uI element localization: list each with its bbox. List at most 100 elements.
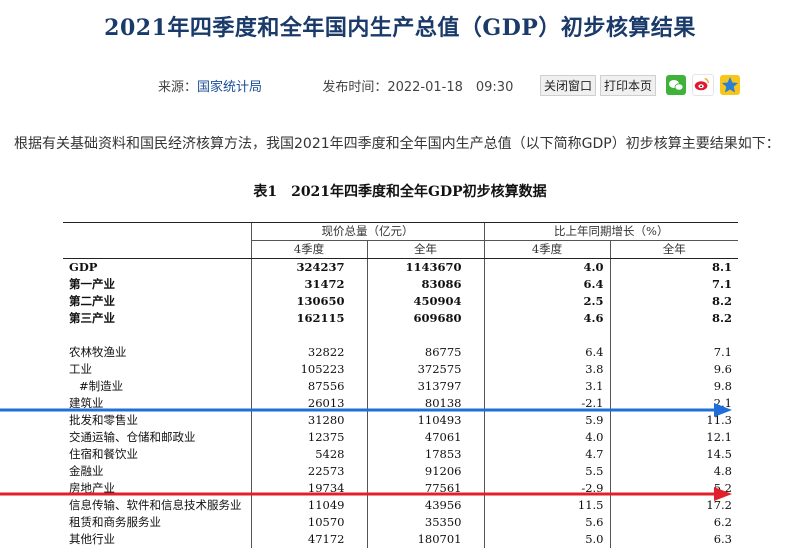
table-cell: 609680 bbox=[366, 310, 484, 327]
table-caption-text: 2021年四季度和全年GDP初步核算数据 bbox=[291, 184, 547, 200]
table-row: 批发和零售业 31280 110493 5.9 11.3 bbox=[63, 412, 738, 429]
table-cell: 47172 bbox=[250, 531, 367, 548]
table-cell: 5.9 bbox=[483, 412, 610, 429]
table-row: 农林牧渔业 32822 86775 6.4 7.1 bbox=[63, 344, 738, 361]
table-cell: 32822 bbox=[250, 344, 367, 361]
table-cell: 86775 bbox=[366, 344, 484, 361]
table-cell: 5.2 bbox=[609, 480, 738, 497]
table-cell: 110493 bbox=[366, 412, 484, 429]
row-label: 批发和零售业 bbox=[69, 413, 138, 427]
table-cell: 324237 bbox=[250, 258, 367, 276]
table-cell: 11049 bbox=[250, 497, 367, 514]
table-cell: -2.1 bbox=[483, 395, 610, 412]
table-cell: 12375 bbox=[250, 429, 367, 446]
table-row: 房地产业 19734 77561 -2.9 5.2 bbox=[63, 480, 738, 497]
source-label: 来源： bbox=[158, 80, 198, 95]
table-cell: 31280 bbox=[250, 412, 367, 429]
row-label: 住宿和餐饮业 bbox=[69, 447, 138, 461]
table-cell: 7.1 bbox=[609, 276, 738, 293]
subheader-q4-total: 4季度 bbox=[250, 240, 367, 259]
table-cell: 17853 bbox=[366, 446, 484, 463]
table-row: 第二产业 130650 450904 2.5 8.2 bbox=[63, 293, 738, 310]
toolbar: 关闭窗口 打印本页 bbox=[540, 74, 741, 96]
table-cell: 5.0 bbox=[483, 531, 610, 548]
table-row: 住宿和餐饮业 5428 17853 4.7 14.5 bbox=[63, 446, 738, 463]
table-cell: 77561 bbox=[366, 480, 484, 497]
publish-label: 发布时间： bbox=[322, 80, 388, 95]
table-row: 第三产业 162115 609680 4.6 8.2 bbox=[63, 310, 738, 327]
table-cell: 313797 bbox=[366, 378, 484, 395]
table-cell: 12.1 bbox=[609, 429, 738, 446]
table-cell: 22573 bbox=[250, 463, 367, 480]
table-cell: 1143670 bbox=[366, 258, 484, 276]
row-label: 金融业 bbox=[69, 464, 104, 478]
subheader-year-growth: 全年 bbox=[609, 240, 738, 259]
publish-time: 2022-01-18 09:30 bbox=[387, 80, 514, 95]
table-cell: 3.1 bbox=[483, 378, 610, 395]
table-row: 其他行业 47172 180701 5.0 6.3 bbox=[63, 531, 738, 548]
table-cell: 9.6 bbox=[609, 361, 738, 378]
table-row: 信息传输、软件和信息技术服务业 11049 43956 11.5 17.2 bbox=[63, 497, 738, 514]
row-label: 交通运输、仓储和邮政业 bbox=[69, 430, 196, 444]
table-cell: 372575 bbox=[366, 361, 484, 378]
table-cell: 10570 bbox=[250, 514, 367, 531]
table-cell: 105223 bbox=[250, 361, 367, 378]
table-row: 工业 105223 372575 3.8 9.6 bbox=[63, 361, 738, 378]
table-row: 租赁和商务服务业 10570 35350 5.6 6.2 bbox=[63, 514, 738, 531]
row-label: 建筑业 bbox=[69, 396, 104, 410]
source-value[interactable]: 国家统计局 bbox=[197, 80, 262, 95]
table-cell: 5428 bbox=[250, 446, 367, 463]
table-cell: 80138 bbox=[366, 395, 484, 412]
intro-paragraph: 根据有关基础资料和国民经济核算方法，我国2021年四季度和全年国内生产总值（以下… bbox=[14, 136, 780, 152]
table-cell: 26013 bbox=[250, 395, 367, 412]
row-label: GDP bbox=[69, 260, 98, 274]
table-cell: 11.3 bbox=[609, 412, 738, 429]
table-cell: 31472 bbox=[250, 276, 367, 293]
print-button[interactable]: 打印本页 bbox=[600, 74, 657, 96]
row-label: 第三产业 bbox=[69, 311, 115, 325]
table-row: 建筑业 26013 80138 -2.1 2.1 bbox=[63, 395, 738, 412]
table-cell: 91206 bbox=[366, 463, 484, 480]
weibo-icon[interactable] bbox=[692, 74, 715, 96]
header-growth: 比上年同期增长（%） bbox=[483, 222, 738, 241]
table-cell: 43956 bbox=[366, 497, 484, 514]
row-label: 其他行业 bbox=[69, 532, 115, 546]
table-cell: 180701 bbox=[366, 531, 484, 548]
row-label: 信息传输、软件和信息技术服务业 bbox=[69, 498, 242, 512]
table-cell: 4.8 bbox=[609, 463, 738, 480]
table-cell: 5.5 bbox=[483, 463, 610, 480]
table-cell: 8.2 bbox=[609, 293, 738, 310]
row-label: 房地产业 bbox=[69, 481, 115, 495]
table-cell: 3.8 bbox=[483, 361, 610, 378]
table-cell: 14.5 bbox=[609, 446, 738, 463]
table-cell: 5.6 bbox=[483, 514, 610, 531]
page-title: 2021年四季度和全年国内生产总值（GDP）初步核算结果 bbox=[104, 15, 696, 41]
table-caption-id: 表1 bbox=[253, 184, 278, 200]
table-caption: 表1 2021年四季度和全年GDP初步核算数据 bbox=[0, 181, 800, 201]
table-cell: 17.2 bbox=[609, 497, 738, 514]
header-current-price: 现价总量（亿元） bbox=[250, 222, 484, 241]
gdp-table: 现价总量（亿元） 比上年同期增长（%） 4季度 全年 4季度 全年 GDP 324… bbox=[63, 222, 738, 548]
table-cell: 83086 bbox=[366, 276, 484, 293]
table-cell: 2.5 bbox=[483, 293, 610, 310]
table-cell: -2.9 bbox=[483, 480, 610, 497]
table-cell: 450904 bbox=[366, 293, 484, 310]
table-row: GDP 324237 1143670 4.0 8.1 bbox=[63, 258, 738, 276]
table-cell: 130650 bbox=[250, 293, 367, 310]
table-cell: 162115 bbox=[250, 310, 367, 327]
close-window-button[interactable]: 关闭窗口 bbox=[540, 74, 597, 96]
row-label: 租赁和商务服务业 bbox=[69, 515, 161, 529]
table-row: 金融业 22573 91206 5.5 4.8 bbox=[63, 463, 738, 480]
table-cell: 4.7 bbox=[483, 446, 610, 463]
wechat-icon[interactable] bbox=[666, 75, 687, 95]
qzone-icon[interactable] bbox=[720, 75, 741, 95]
table-cell: 2.1 bbox=[609, 395, 738, 412]
row-label: 第一产业 bbox=[69, 277, 115, 291]
table-cell: 9.8 bbox=[609, 378, 738, 395]
table-cell: 6.4 bbox=[483, 344, 610, 361]
article-meta: 来源：国家统计局 发布时间：2022-01-18 09:30 bbox=[158, 76, 513, 95]
table-cell: 4.0 bbox=[483, 258, 610, 276]
table-cell: 8.2 bbox=[609, 310, 738, 327]
table-cell: 6.3 bbox=[609, 531, 738, 548]
table-row: #制造业 87556 313797 3.1 9.8 bbox=[63, 378, 738, 395]
